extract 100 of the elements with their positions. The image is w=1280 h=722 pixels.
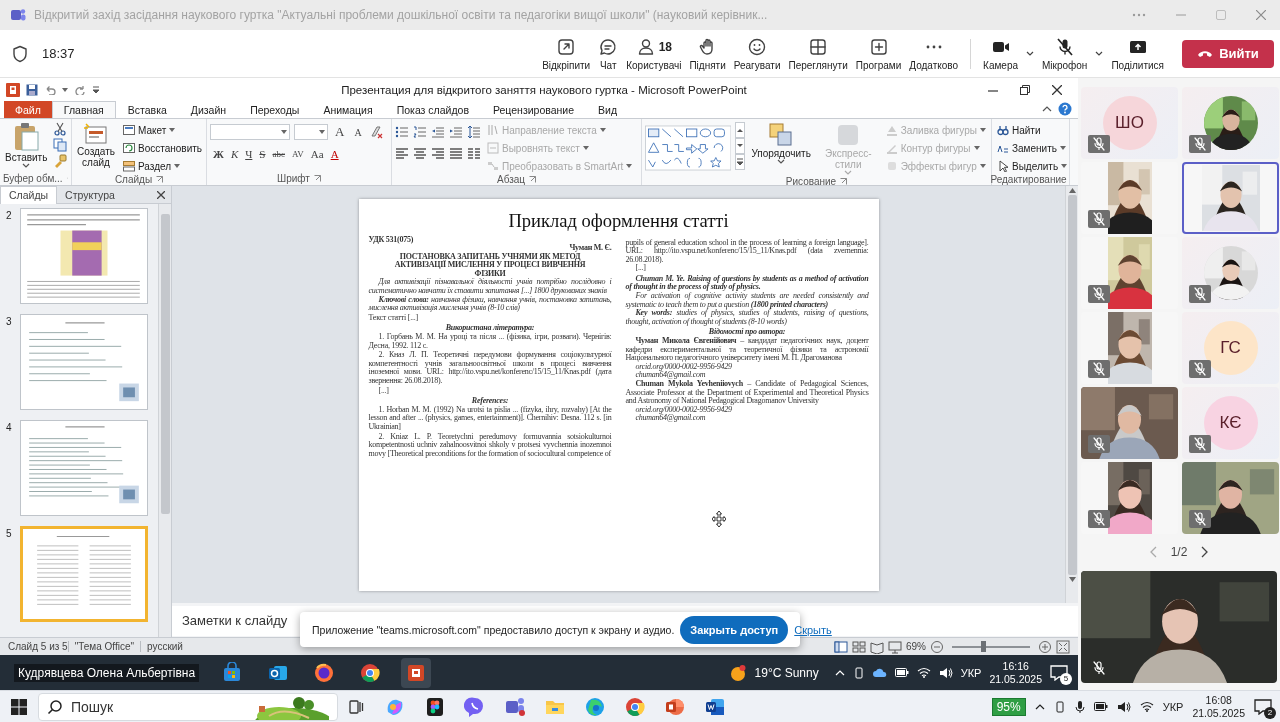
collapse-ribbon-icon[interactable]	[1042, 105, 1052, 113]
stop-sharing-button[interactable]: Закрыть доступ	[680, 615, 789, 644]
start-icon[interactable]	[10, 697, 28, 716]
file-tab[interactable]: Файл	[4, 101, 52, 118]
chat-button[interactable]: Чат	[595, 34, 622, 73]
save-icon[interactable]	[26, 84, 38, 96]
chevron-up-icon[interactable]	[1034, 703, 1045, 710]
close-icon[interactable]	[157, 190, 165, 199]
paste-button[interactable]: Вставить	[3, 122, 50, 172]
view-button[interactable]: Переглянути	[785, 34, 851, 73]
video-tile[interactable]: ГС	[1182, 312, 1279, 384]
dialog-launcher-icon[interactable]	[840, 178, 848, 185]
ribbon-button[interactable]: Макет	[121, 122, 205, 138]
undo-icon[interactable]	[44, 85, 56, 95]
format-button[interactable]: Ж	[210, 145, 227, 163]
video-tile[interactable]	[1182, 87, 1279, 159]
scroll-up-icon[interactable]	[735, 122, 746, 138]
copy-icon[interactable]	[53, 138, 68, 152]
react-button[interactable]: Реагувати	[730, 34, 784, 73]
ribbon-tab[interactable]: Дизайн	[178, 101, 239, 118]
format-button[interactable]: К	[227, 145, 242, 163]
format-button[interactable]: S	[256, 145, 269, 163]
ribbon-tab[interactable]: Анимация	[311, 101, 385, 118]
grow-font-button[interactable]: A	[332, 123, 348, 141]
align-center-icon[interactable]	[413, 147, 427, 161]
raise-hand-button[interactable]: Підняти	[686, 34, 729, 73]
ribbon-tab[interactable]: Вставка	[115, 101, 179, 118]
zoom-slider-thumb[interactable]	[981, 640, 987, 652]
panel-tab[interactable]: Структура	[57, 185, 123, 204]
font-name-field[interactable]	[210, 124, 290, 140]
zoom-out-icon[interactable]	[930, 639, 944, 654]
language-indicator[interactable]: УКР	[1162, 700, 1184, 713]
close-icon[interactable]	[1052, 85, 1062, 95]
tray-device-icon[interactable]	[852, 666, 865, 679]
align-left-icon[interactable]	[395, 147, 409, 161]
video-tile[interactable]	[1182, 162, 1279, 234]
ribbon-button[interactable]: Выделить	[995, 158, 1070, 174]
slide-sorter-icon[interactable]	[852, 639, 866, 654]
search-box[interactable]: Пошук	[38, 692, 338, 721]
zoom-in-icon[interactable]	[1038, 639, 1052, 654]
scrollbar[interactable]	[1065, 186, 1078, 603]
slide-thumbnail[interactable]	[20, 314, 148, 410]
slide-thumbnail[interactable]	[20, 526, 148, 622]
scroll-down-icon[interactable]	[735, 138, 746, 154]
video-tile[interactable]	[1182, 237, 1279, 309]
more-button[interactable]: Додатково	[906, 34, 962, 73]
ribbon-tab[interactable]: Главная	[51, 101, 116, 118]
slide-thumbnail[interactable]	[20, 208, 148, 304]
justify-icon[interactable]	[449, 147, 463, 161]
next-page-icon[interactable]	[1201, 546, 1209, 558]
font-size-field[interactable]	[294, 124, 328, 140]
camera-button[interactable]: Камера	[980, 34, 1022, 73]
clear-format-icon[interactable]	[368, 125, 383, 139]
format-button[interactable]: abc	[269, 145, 288, 163]
restore-icon[interactable]	[1020, 85, 1030, 95]
redo-icon[interactable]	[74, 85, 86, 95]
format-button[interactable]: Aa	[307, 145, 327, 163]
ribbon-tab[interactable]: Показ слайдов	[384, 101, 481, 118]
dialog-launcher-icon[interactable]	[529, 176, 537, 183]
notifications-icon[interactable]	[1254, 698, 1272, 715]
tray-device-icon[interactable]	[1053, 700, 1066, 713]
pop-out-button[interactable]: Відкріпити	[539, 34, 594, 73]
slideshow-icon[interactable]	[888, 639, 902, 654]
taskbar-app-button[interactable]	[401, 657, 432, 688]
language-indicator[interactable]: УКР	[960, 666, 982, 679]
apps-button[interactable]: Програми	[852, 34, 905, 73]
shrink-font-button[interactable]: A	[351, 123, 365, 141]
new-slide-button[interactable]: Создать слайд	[75, 122, 117, 174]
normal-view-icon[interactable]	[834, 639, 848, 654]
cloud-icon[interactable]	[872, 667, 887, 678]
scrollbar[interactable]	[158, 204, 171, 637]
line-spacing-icon[interactable]	[467, 125, 481, 139]
speaker-icon[interactable]	[938, 666, 953, 679]
columns-icon[interactable]	[467, 147, 481, 161]
scissors-icon[interactable]	[53, 122, 68, 136]
leave-button[interactable]: Вийти	[1182, 39, 1274, 68]
video-tile[interactable]: КЄ	[1182, 387, 1279, 459]
bullet-list-icon[interactable]	[395, 125, 409, 139]
slide-canvas[interactable]	[358, 198, 879, 591]
dialog-launcher-icon[interactable]	[156, 176, 164, 183]
arrange-button[interactable]: Упорядочить	[749, 122, 813, 176]
ribbon-tab[interactable]: Рецензирование	[480, 101, 587, 118]
wifi-icon[interactable]	[1139, 701, 1154, 712]
format-button[interactable]: A	[327, 145, 342, 163]
dialog-launcher-icon[interactable]	[313, 175, 321, 182]
people-button[interactable]: 18 Користувачі	[623, 34, 685, 73]
shapes-gallery-drawing[interactable]	[645, 122, 732, 174]
microphone-icon[interactable]	[1074, 699, 1085, 714]
more-shapes-icon[interactable]	[735, 154, 746, 170]
task-view-icon[interactable]	[348, 698, 364, 715]
ribbon-button[interactable]: Заменить	[995, 140, 1070, 156]
customize-icon[interactable]	[92, 85, 100, 95]
microphone-button[interactable]: Мікрофон	[1039, 34, 1091, 73]
format-button[interactable]: AV	[289, 145, 307, 163]
fit-to-window-icon[interactable]	[1056, 639, 1070, 654]
battery-icon[interactable]	[894, 668, 909, 677]
battery-icon[interactable]	[1093, 702, 1108, 711]
ribbon-button[interactable]: Раздел	[121, 158, 205, 174]
ribbon-tab[interactable]: Вид	[586, 101, 630, 118]
video-tile[interactable]: ШО	[1081, 87, 1178, 159]
